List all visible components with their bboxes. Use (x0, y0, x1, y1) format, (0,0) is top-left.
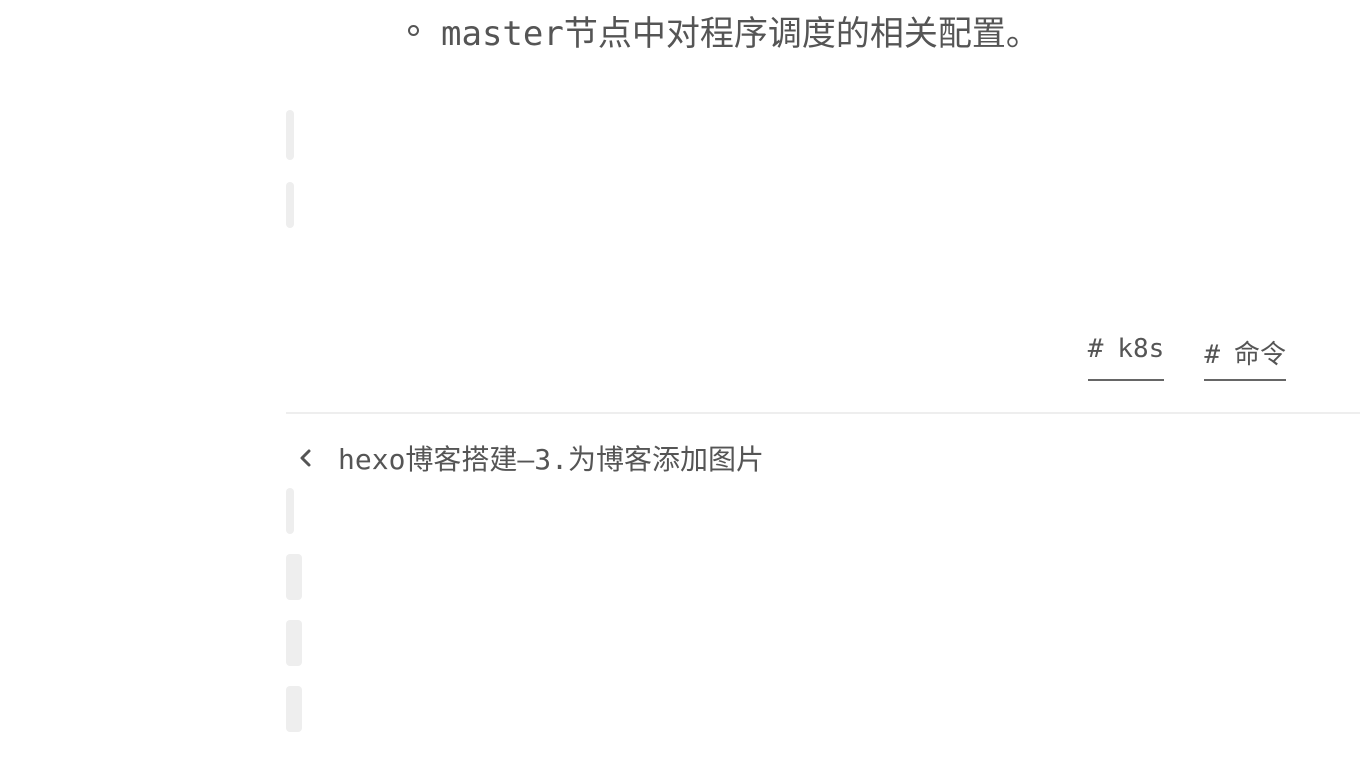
prev-post-title: hexo博客搭建—3.为博客添加图片 (338, 443, 765, 476)
tag-hash-symbol: # (1087, 334, 1104, 364)
loading-placeholder (286, 110, 294, 160)
list-item-text: master节点中对程序调度的相关配置。 (441, 14, 1040, 54)
tag-label: 命令 (1233, 340, 1286, 370)
post-tags: # k8s # 命令 (1087, 334, 1286, 381)
tag-command[interactable]: # 命令 (1204, 334, 1286, 381)
loading-placeholder (286, 554, 302, 600)
loading-placeholder (286, 182, 294, 228)
post-page: master节点中对程序调度的相关配置。 # k8s # 命令 hexo博客搭建—3… (0, 0, 1360, 758)
list-item: master节点中对程序调度的相关配置。 (408, 6, 1040, 55)
loading-placeholder (286, 488, 294, 534)
circle-bullet-icon (408, 25, 419, 36)
loading-placeholder (286, 620, 302, 666)
tag-label: k8s (1117, 334, 1165, 364)
prev-post-link[interactable]: hexo博客搭建—3.为博客添加图片 (296, 438, 764, 478)
loading-placeholder (286, 686, 302, 732)
chevron-left-icon (300, 449, 311, 467)
tag-k8s[interactable]: # k8s (1087, 334, 1165, 381)
post-footer-divider (286, 412, 1360, 414)
tag-hash-symbol: # (1204, 340, 1220, 370)
